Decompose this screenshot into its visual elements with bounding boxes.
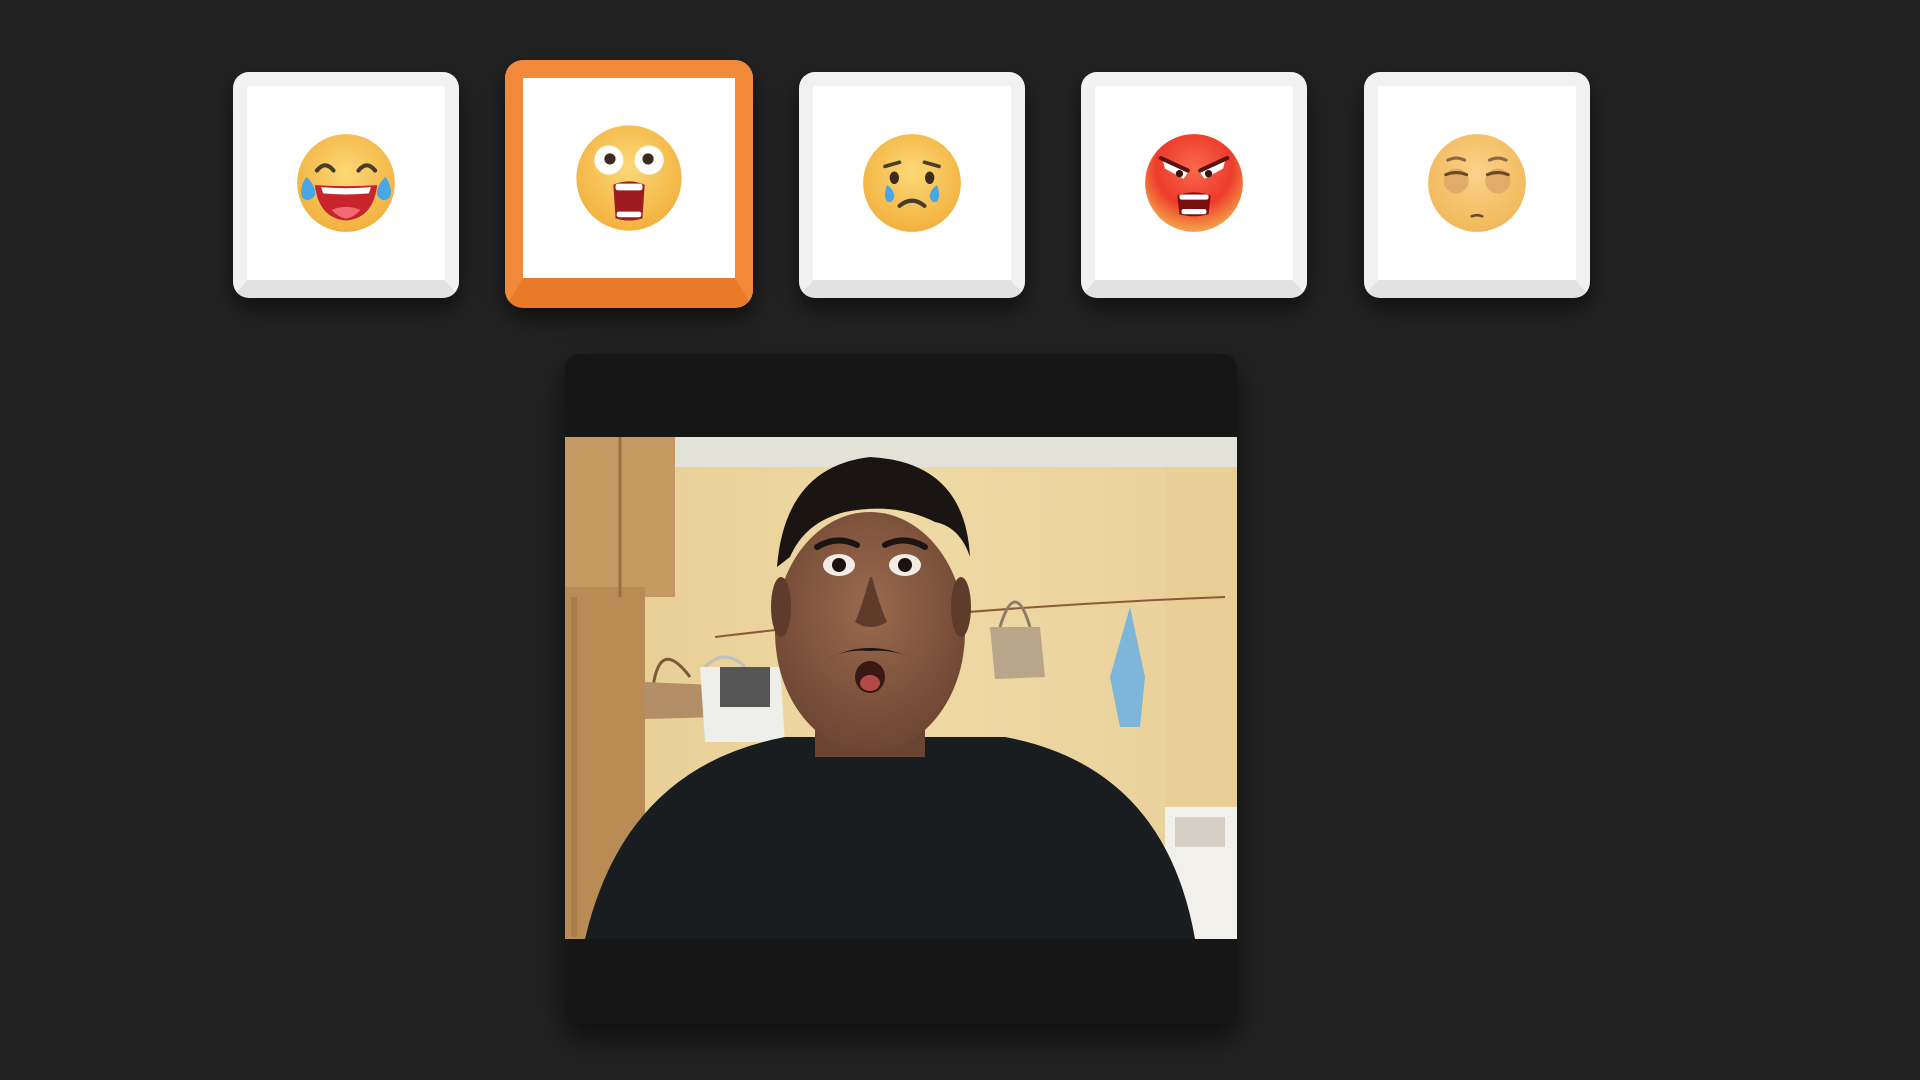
webcam-feed [565,437,1237,939]
relieved-face-icon [1428,134,1526,232]
emoji-option-surprised[interactable] [505,60,753,308]
webcam-panel [565,354,1237,1024]
emotion-game-screen [0,0,1920,1080]
emoji-option-angry[interactable] [1081,72,1307,298]
webcam-video-feed [565,437,1237,939]
emoji-option-sad[interactable] [799,72,1025,298]
screaming-face-icon [576,125,682,231]
angry-face-icon [1145,134,1243,232]
emoji-option-laughing[interactable] [233,72,459,298]
tears-of-joy-face-icon [297,134,395,232]
emoji-option-neutral[interactable] [1364,72,1590,298]
crying-face-icon [863,134,961,232]
